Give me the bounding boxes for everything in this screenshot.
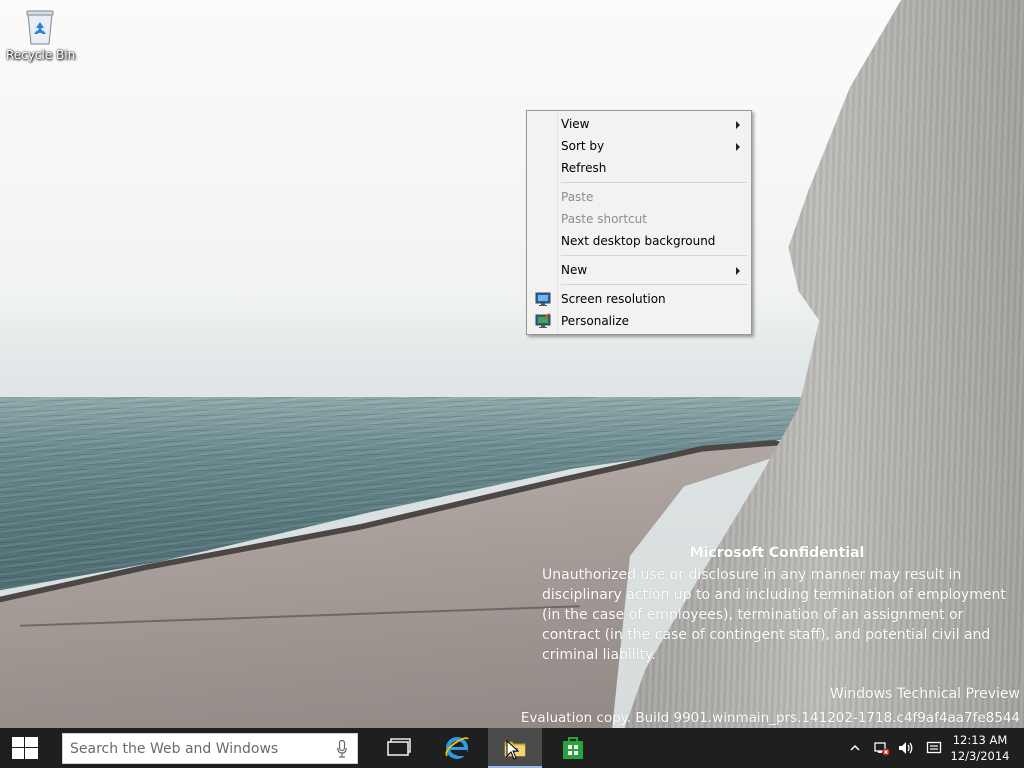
submenu-arrow-icon	[736, 143, 740, 151]
submenu-arrow-icon	[736, 267, 740, 275]
internet-explorer-icon	[445, 737, 469, 759]
task-view-icon	[387, 738, 411, 756]
menu-item-label: New	[561, 263, 588, 277]
microphone-icon[interactable]	[337, 740, 347, 758]
menu-separator	[529, 252, 749, 259]
action-center-icon[interactable]	[926, 740, 942, 756]
desktop-icon-label: Recycle Bin	[6, 48, 76, 62]
menu-item-label: Paste shortcut	[561, 212, 647, 226]
menu-item-new[interactable]: New	[529, 259, 749, 281]
taskbar-clock[interactable]: 12:13 AM 12/3/2014	[950, 732, 1010, 764]
menu-item-label: Screen resolution	[561, 292, 666, 306]
network-disconnected-icon[interactable]	[874, 740, 890, 756]
menu-item-label: Paste	[561, 190, 594, 204]
volume-icon[interactable]	[898, 740, 914, 756]
menu-item-label: Sort by	[561, 139, 605, 153]
menu-item-sort-by[interactable]: Sort by	[529, 135, 749, 157]
menu-item-paste[interactable]: Paste	[529, 186, 749, 208]
search-input[interactable]	[63, 734, 323, 763]
menu-item-label: View	[561, 117, 590, 131]
clock-date: 12/3/2014	[950, 749, 1010, 763]
menu-separator	[529, 281, 749, 288]
menu-item-label: Refresh	[561, 161, 607, 175]
recycle-bin-icon	[24, 6, 56, 46]
watermark-title: Microsoft Confidential	[689, 545, 865, 561]
menu-item-refresh[interactable]: Refresh	[529, 157, 749, 179]
menu-item-personalize[interactable]: Personalize	[529, 310, 749, 332]
start-button[interactable]	[0, 728, 48, 768]
menu-item-paste-shortcut[interactable]: Paste shortcut	[529, 208, 749, 230]
menu-item-label: Personalize	[561, 314, 630, 328]
desktop-context-menu: View Sort by Refresh Paste Paste shortcu…	[526, 110, 752, 335]
watermark-body: Unauthorized use or disclosure in any ma…	[542, 567, 1006, 663]
store-icon	[563, 737, 583, 759]
clock-time: 12:13 AM	[952, 733, 1008, 747]
menu-item-label: Next desktop background	[561, 234, 716, 248]
store-button[interactable]	[546, 728, 600, 768]
task-view-button[interactable]	[372, 728, 426, 768]
menu-item-view[interactable]: View	[529, 113, 749, 135]
watermark-build: Evaluation copy. Build 9901.winmain_prs.…	[520, 710, 1020, 726]
windows-logo-icon	[12, 737, 38, 759]
internet-explorer-button[interactable]	[430, 728, 484, 768]
menu-item-screen-resolution[interactable]: Screen resolution	[529, 288, 749, 310]
submenu-arrow-icon	[736, 121, 740, 129]
desktop-icon-recycle-bin[interactable]: Recycle Bin	[6, 6, 76, 62]
show-hidden-icons-icon[interactable]	[850, 744, 860, 752]
search-box[interactable]	[62, 733, 358, 764]
personalize-icon	[535, 313, 551, 329]
watermark-edition: Windows Technical Preview	[829, 686, 1020, 702]
mouse-pointer-icon	[506, 740, 520, 760]
menu-separator	[529, 179, 749, 186]
screen-resolution-icon	[535, 291, 551, 307]
menu-item-next-desktop-background[interactable]: Next desktop background	[529, 230, 749, 252]
